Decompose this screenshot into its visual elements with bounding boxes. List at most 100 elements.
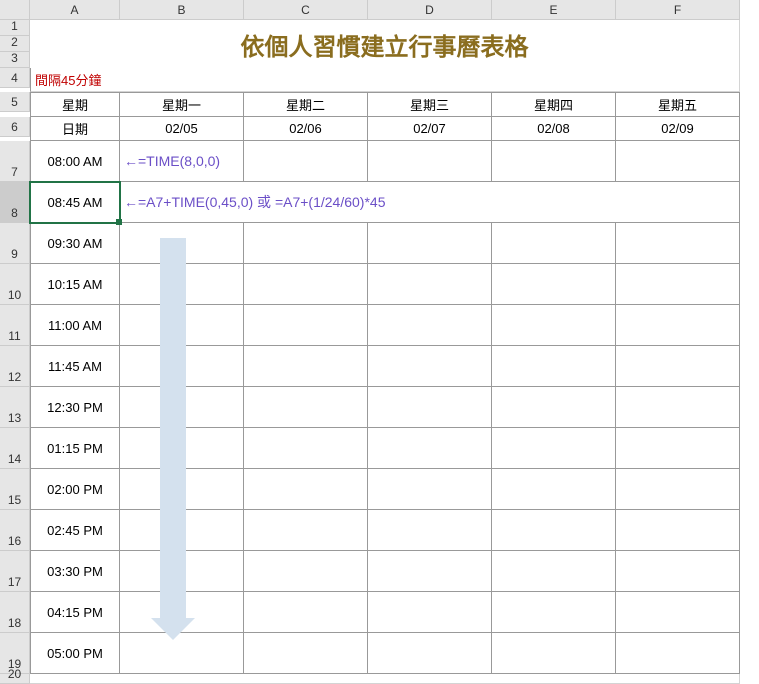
cell[interactable]: 日期 [30,117,120,141]
row-header[interactable]: 4 [0,68,30,88]
row-header[interactable]: 5 [0,92,30,112]
row-header[interactable]: 9 [0,223,30,264]
cell[interactable]: 02/05 [120,117,244,141]
cell[interactable] [616,469,740,510]
cell[interactable] [244,551,368,592]
cell[interactable] [492,469,616,510]
cell[interactable] [368,305,492,346]
cell[interactable] [492,305,616,346]
cell[interactable] [492,387,616,428]
time-cell[interactable]: 02:00 PM [30,469,120,510]
cell[interactable] [368,592,492,633]
cell[interactable] [368,633,492,674]
cell[interactable] [616,305,740,346]
time-cell[interactable]: 10:15 AM [30,264,120,305]
row-header[interactable]: 10 [0,264,30,305]
time-cell[interactable]: 05:00 PM [30,633,120,674]
cell[interactable] [616,141,740,182]
cell[interactable] [492,346,616,387]
cell[interactable] [120,633,244,674]
cell[interactable] [492,510,616,551]
formula-cell[interactable]: ←=TIME(8,0,0) [120,141,244,182]
cell[interactable] [30,674,740,684]
cell[interactable] [244,141,368,182]
cell[interactable]: 02/08 [492,117,616,141]
row-header[interactable]: 8 [0,182,30,223]
cell[interactable] [244,633,368,674]
row-header[interactable]: 6 [0,117,30,137]
row-header[interactable]: 16 [0,510,30,551]
cell[interactable] [616,346,740,387]
cell[interactable]: 星期一 [120,92,244,117]
row-header[interactable]: 2 [0,36,30,52]
row-header[interactable]: 14 [0,428,30,469]
time-cell[interactable]: 09:30 AM [30,223,120,264]
time-cell[interactable]: 02:45 PM [30,510,120,551]
cell[interactable] [244,387,368,428]
cell[interactable] [368,428,492,469]
cell[interactable] [120,346,244,387]
cell[interactable] [120,387,244,428]
col-header-C[interactable]: C [244,0,368,20]
cell[interactable] [492,633,616,674]
cell[interactable] [616,264,740,305]
cell[interactable] [492,264,616,305]
cell[interactable] [368,551,492,592]
time-cell[interactable]: 11:00 AM [30,305,120,346]
cell[interactable] [368,469,492,510]
row-header[interactable]: 12 [0,346,30,387]
row-header[interactable]: 20 [0,674,30,684]
cell[interactable] [120,510,244,551]
time-cell-selected[interactable]: 08:45 AM [30,182,120,223]
col-header-B[interactable]: B [120,0,244,20]
time-cell[interactable]: 04:15 PM [30,592,120,633]
cell[interactable] [492,141,616,182]
cell[interactable] [120,469,244,510]
time-cell[interactable]: 01:15 PM [30,428,120,469]
fill-handle[interactable] [116,219,122,225]
cell[interactable]: 02/07 [368,117,492,141]
cell[interactable] [120,305,244,346]
cell[interactable] [492,551,616,592]
cell[interactable] [244,346,368,387]
time-cell[interactable]: 12:30 PM [30,387,120,428]
cell[interactable] [368,387,492,428]
row-header[interactable]: 17 [0,551,30,592]
cell[interactable]: 星期四 [492,92,616,117]
cell[interactable] [120,264,244,305]
spreadsheet-grid[interactable]: A B C D E F 1 依個人習慣建立行事曆表格 2 3 4 間隔45分鐘 … [0,0,740,684]
cell[interactable] [492,592,616,633]
cell[interactable]: 星期 [30,92,120,117]
cell[interactable] [616,510,740,551]
cell[interactable] [120,428,244,469]
time-cell[interactable]: 03:30 PM [30,551,120,592]
row-header[interactable]: 13 [0,387,30,428]
row-header[interactable]: 3 [0,52,30,68]
cell[interactable] [244,305,368,346]
row-header[interactable]: 15 [0,469,30,510]
cell[interactable]: 星期五 [616,92,740,117]
cell[interactable] [616,633,740,674]
cell[interactable] [244,469,368,510]
select-all-corner[interactable] [0,0,30,20]
cell[interactable] [368,223,492,264]
cell[interactable]: 星期三 [368,92,492,117]
cell[interactable] [120,223,244,264]
cell[interactable] [616,551,740,592]
row-header[interactable]: 1 [0,20,30,36]
col-header-F[interactable]: F [616,0,740,20]
cell[interactable] [244,264,368,305]
cell[interactable] [244,510,368,551]
row-header[interactable]: 7 [0,141,30,182]
col-header-A[interactable]: A [30,0,120,20]
cell[interactable] [368,346,492,387]
cell[interactable] [244,223,368,264]
cell[interactable]: 星期二 [244,92,368,117]
cell[interactable] [244,428,368,469]
cell[interactable] [368,510,492,551]
cell[interactable]: 02/06 [244,117,368,141]
formula-cell[interactable]: ←=A7+TIME(0,45,0) 或 =A7+(1/24/60)*45 [120,182,740,223]
cell[interactable] [244,592,368,633]
cell[interactable] [368,141,492,182]
cell[interactable] [492,223,616,264]
